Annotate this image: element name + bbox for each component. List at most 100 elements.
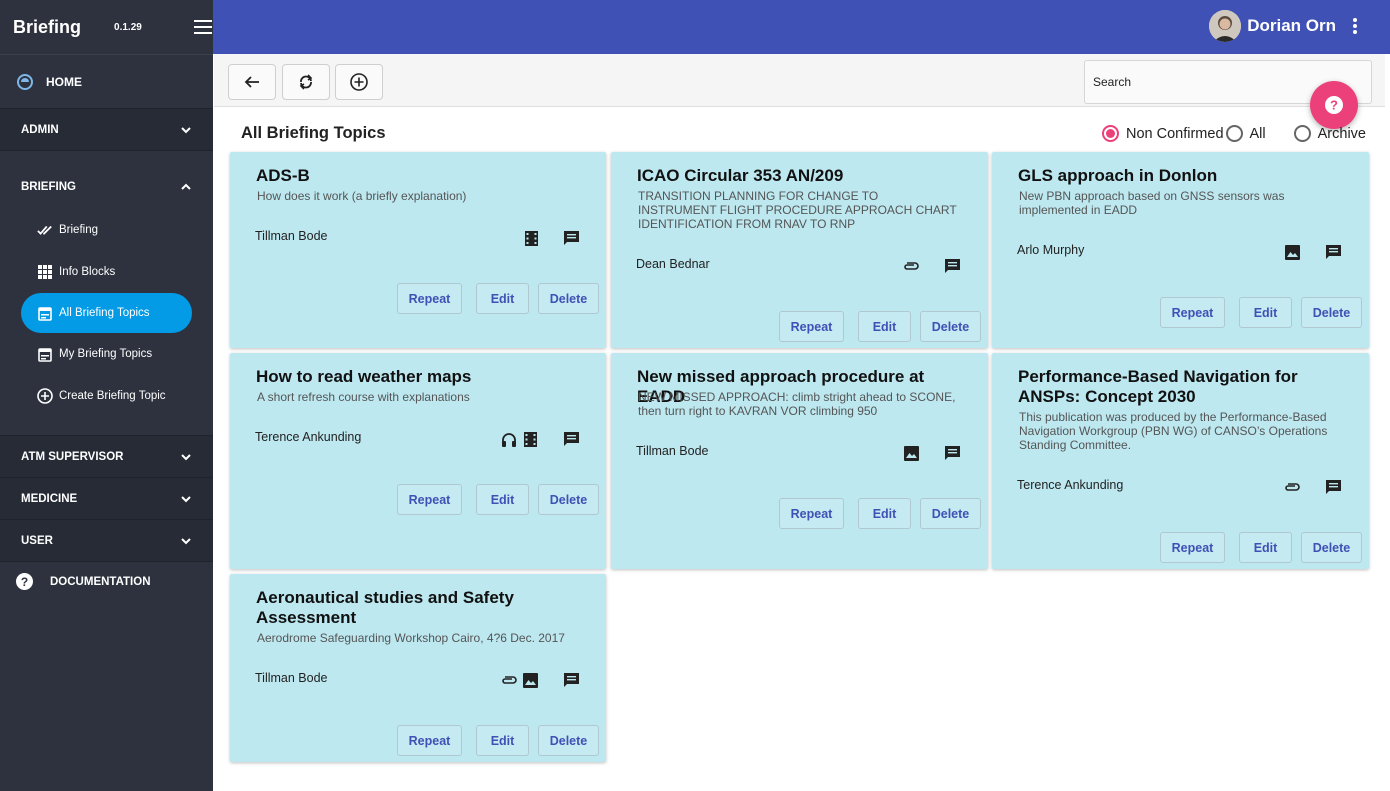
card-subtitle: New PBN approach based on GNSS sensors w… <box>1019 189 1285 217</box>
sidebar-item-all-briefing-topics[interactable]: All Briefing Topics <box>21 293 192 333</box>
nav-atm-label: ATM SUPERVISOR <box>21 450 124 463</box>
chat-icon[interactable] <box>1323 477 1343 497</box>
avatar[interactable] <box>1209 10 1242 42</box>
sidebar-item-info-blocks[interactable]: Info Blocks <box>0 251 213 293</box>
card-author: Tillman Bode <box>636 444 709 458</box>
repeat-button[interactable]: Repeat <box>397 283 462 314</box>
card-actions: Repeat Edit Delete <box>765 498 981 529</box>
edit-button[interactable]: Edit <box>858 311 911 342</box>
nav-admin-header[interactable]: ADMIN <box>0 109 213 150</box>
repeat-button[interactable]: Repeat <box>779 498 844 529</box>
edit-button[interactable]: Edit <box>858 498 911 529</box>
delete-button[interactable]: Delete <box>538 484 599 515</box>
filter-non-confirmed[interactable]: Non Confirmed <box>1102 125 1224 142</box>
card-title: ADS-B <box>256 166 310 185</box>
user-menu[interactable]: Dorian Orn <box>1209 10 1362 42</box>
attachment-icon <box>1284 479 1300 495</box>
nav-admin[interactable]: ADMIN <box>0 108 213 150</box>
delete-button[interactable]: Delete <box>920 311 981 342</box>
topic-card: How to read weather maps A short refresh… <box>230 353 606 569</box>
nav-admin-label: ADMIN <box>21 123 59 136</box>
edit-button[interactable]: Edit <box>476 484 529 515</box>
image-icon <box>903 445 919 461</box>
radio-unselected[interactable] <box>1225 125 1243 142</box>
radio-unselected[interactable] <box>1293 125 1311 142</box>
card-media-icons <box>898 445 919 461</box>
card-media-icons <box>1279 244 1300 260</box>
add-button[interactable] <box>335 64 383 100</box>
nav-atm-supervisor[interactable]: ATM SUPERVISOR <box>0 435 213 477</box>
delete-button[interactable]: Delete <box>538 283 599 314</box>
radio-selected[interactable] <box>1102 125 1119 142</box>
nav-user-header[interactable]: USER <box>0 520 213 561</box>
brand: Briefing 0.1.29 <box>0 0 213 54</box>
nav-home-label: HOME <box>46 74 82 89</box>
repeat-button[interactable]: Repeat <box>397 484 462 515</box>
more-vert-icon[interactable] <box>1348 17 1362 35</box>
topic-card: Performance-Based Navigation for ANSPs: … <box>992 353 1369 569</box>
nav-medicine-label: MEDICINE <box>21 492 78 505</box>
edit-button[interactable]: Edit <box>476 725 529 756</box>
repeat-button[interactable]: Repeat <box>779 311 844 342</box>
image-icon <box>522 672 538 688</box>
filter-all[interactable]: All <box>1225 125 1266 142</box>
sidebar-item-label: All Briefing Topics <box>59 307 150 319</box>
nav-home[interactable]: HOME <box>0 54 213 108</box>
app-title: Briefing <box>13 16 82 37</box>
card-actions: Repeat Edit Delete <box>383 725 599 756</box>
back-button[interactable] <box>228 64 276 100</box>
card-subtitle: How does it work (a briefly explanation) <box>257 189 467 203</box>
sidebar-item-label: My Briefing Topics <box>59 348 153 360</box>
filter-label: Archive <box>1317 125 1366 142</box>
repeat-button[interactable]: Repeat <box>1160 532 1225 563</box>
menu-icon[interactable] <box>193 20 212 34</box>
edit-button[interactable]: Edit <box>1239 297 1292 328</box>
delete-button[interactable]: Delete <box>538 725 599 756</box>
nav-medicine[interactable]: MEDICINE <box>0 477 213 519</box>
sidebar-item-my-briefing-topics[interactable]: My Briefing Topics <box>0 333 213 375</box>
image-icon <box>1284 244 1300 260</box>
topic-card: New missed approach procedure at EADD NE… <box>611 353 988 569</box>
repeat-button[interactable]: Repeat <box>1160 297 1225 328</box>
app-version: 0.1.29 <box>114 21 142 33</box>
chat-icon[interactable] <box>561 429 581 449</box>
user-name[interactable]: Dorian Orn <box>1247 16 1336 36</box>
chat-icon[interactable] <box>942 443 962 463</box>
delete-button[interactable]: Delete <box>1301 297 1362 328</box>
repeat-button[interactable]: Repeat <box>397 725 462 756</box>
card-media-icons <box>898 258 919 274</box>
delete-button[interactable]: Delete <box>1301 532 1362 563</box>
help-icon: ? <box>16 573 33 590</box>
nav-briefing-label: BRIEFING <box>21 181 76 193</box>
card-media-icons <box>496 431 538 447</box>
edit-button[interactable]: Edit <box>1239 532 1292 563</box>
card-title: Aeronautical studies and Safety Assessme… <box>256 588 514 627</box>
chevron-down-icon <box>181 495 191 502</box>
nav-documentation[interactable]: ? DOCUMENTATION <box>0 561 213 601</box>
nav-briefing-header[interactable]: BRIEFING <box>0 151 213 209</box>
page-title: All Briefing Topics <box>241 124 386 142</box>
sidebar-item-label: Info Blocks <box>59 266 116 278</box>
card-author: Tillman Bode <box>255 229 328 243</box>
refresh-button[interactable] <box>282 64 330 100</box>
sidebar-item-briefing[interactable]: Briefing <box>0 209 213 251</box>
help-fab-button[interactable]: ? <box>1310 81 1358 129</box>
movie-icon <box>523 230 539 246</box>
filter-archive[interactable]: Archive <box>1293 125 1366 142</box>
nav-user[interactable]: USER <box>0 519 213 561</box>
delete-button[interactable]: Delete <box>920 498 981 529</box>
sidebar-item-label: Create Briefing Topic <box>59 390 166 402</box>
chat-icon[interactable] <box>561 228 581 248</box>
edit-button[interactable]: Edit <box>476 283 529 314</box>
chat-icon[interactable] <box>1323 242 1343 262</box>
card-author: Terence Ankunding <box>255 430 362 444</box>
chat-icon[interactable] <box>942 256 962 276</box>
chat-icon[interactable] <box>561 670 581 690</box>
nav-atm-header[interactable]: ATM SUPERVISOR <box>0 436 213 477</box>
sidebar-item-create-briefing-topic[interactable]: Create Briefing Topic <box>0 375 213 417</box>
home-logo-icon <box>17 73 33 90</box>
calendar-icon <box>37 305 53 321</box>
topic-card: ADS-B How does it work (a briefly explan… <box>230 152 606 348</box>
chevron-up-icon <box>181 183 191 190</box>
nav-medicine-header[interactable]: MEDICINE <box>0 478 213 519</box>
